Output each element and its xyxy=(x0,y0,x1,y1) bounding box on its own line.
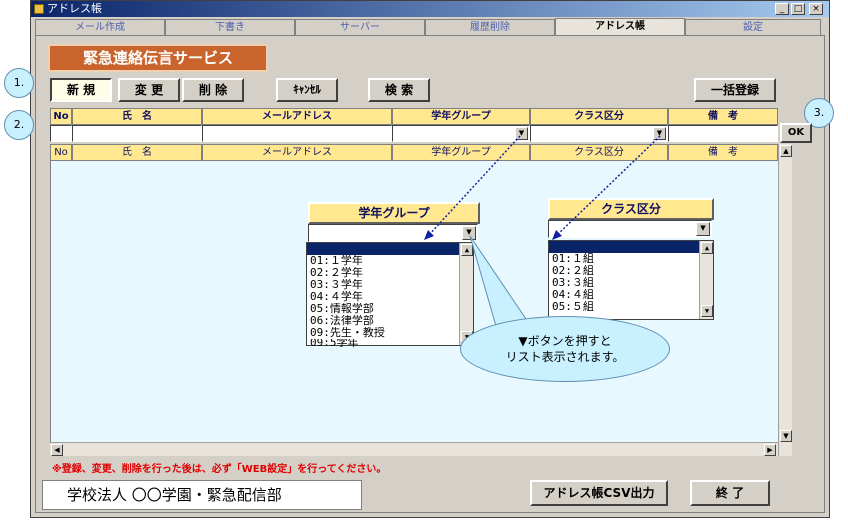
cancel-button[interactable]: ｷｬﾝｾﾙ xyxy=(276,78,338,102)
list-col-class: クラス区分 xyxy=(530,144,668,161)
delete-button[interactable]: 削 除 xyxy=(182,78,244,102)
grade-option[interactable]: 02:２学年 xyxy=(307,267,473,279)
scroll-up-icon[interactable]: ▲ xyxy=(701,242,713,254)
horizontal-scrollbar[interactable]: ◀ ▶ xyxy=(50,442,778,456)
list-col-grade: 学年グループ xyxy=(392,144,530,161)
list-col-no: No xyxy=(50,144,72,161)
col-name-header: 氏 名 xyxy=(72,108,202,125)
grade-option[interactable]: 04:４学年 xyxy=(307,291,473,303)
dropdown-arrow-icon[interactable]: ▼ xyxy=(696,222,710,236)
app-icon xyxy=(34,4,44,14)
class-option[interactable]: 01:１組 xyxy=(549,253,713,265)
class-option[interactable]: 02:２組 xyxy=(549,265,713,277)
grade-option[interactable]: 05:情報学部 xyxy=(307,303,473,315)
close-button[interactable]: × xyxy=(809,3,823,15)
grade-option[interactable]: 09:先生・教授 xyxy=(307,327,473,339)
csv-export-button[interactable]: アドレス帳CSV出力 xyxy=(530,480,668,506)
organization-name: 学校法人 〇〇学園・緊急配信部 xyxy=(42,480,362,510)
list-col-name: 氏 名 xyxy=(72,144,202,161)
hint-line-2: リスト表示されます。 xyxy=(505,350,625,364)
grade-option[interactable]: 01:１学年 xyxy=(307,255,473,267)
col-class-header: クラス区分 xyxy=(530,108,668,125)
service-banner: 緊急連絡伝言サービス xyxy=(48,44,268,72)
class-list-scrollbar[interactable]: ▲ ▼ xyxy=(699,241,713,319)
email-input[interactable] xyxy=(202,125,392,142)
grade-option-blank[interactable] xyxy=(307,243,473,255)
class-option[interactable]: 03:３組 xyxy=(549,277,713,289)
dropdown-arrow-icon[interactable]: ▼ xyxy=(515,127,528,140)
scroll-right-icon[interactable]: ▶ xyxy=(764,444,776,456)
dropdown-arrow-icon[interactable]: ▼ xyxy=(653,127,666,140)
col-note-header: 備 考 xyxy=(668,108,778,125)
tab-drafts[interactable]: 下書き xyxy=(165,19,295,35)
title-bar: アドレス帳 xyxy=(31,1,829,17)
class-option[interactable]: 04:４組 xyxy=(549,289,713,301)
warning-text: ※登録、変更、削除を行った後は、必ず「WEB設定」を行ってください。 xyxy=(52,464,387,475)
tab-server[interactable]: サーバー xyxy=(295,19,425,35)
note-input[interactable] xyxy=(668,125,778,142)
tab-mail-compose[interactable]: メール作成 xyxy=(35,19,165,35)
grade-option[interactable]: 03:３学年 xyxy=(307,279,473,291)
tab-settings[interactable]: 設定 xyxy=(685,19,821,35)
hint-callout: ▼ボタンを押すと リスト表示されます。 xyxy=(460,316,670,382)
grade-popup-select[interactable]: ▼ xyxy=(308,224,478,242)
window-title: アドレス帳 xyxy=(47,2,102,15)
class-option-blank[interactable] xyxy=(549,241,713,253)
ok-button[interactable]: OK xyxy=(780,123,812,143)
name-input[interactable] xyxy=(72,125,202,142)
grade-popup-header: 学年グループ xyxy=(308,202,480,224)
tab-history-delete[interactable]: 履歴削除 xyxy=(425,19,555,35)
new-button[interactable]: 新 規 xyxy=(50,78,112,102)
step-marker-1: 1. xyxy=(4,68,34,98)
grade-option[interactable]: 06:法律学部 xyxy=(307,315,473,327)
vertical-scrollbar[interactable]: ▲ ▼ xyxy=(778,144,792,456)
maximize-button[interactable]: □ xyxy=(791,3,805,15)
col-no-header: No xyxy=(50,108,72,125)
class-dropdown-list[interactable]: 01:１組 02:２組 03:３組 04:４組 05:５組 ▲ ▼ xyxy=(548,240,714,320)
hint-line-1: ▼ボタンを押すと xyxy=(518,334,612,348)
scroll-left-icon[interactable]: ◀ xyxy=(51,444,63,456)
col-grade-header: 学年グループ xyxy=(392,108,530,125)
scroll-up-icon[interactable]: ▲ xyxy=(780,145,792,157)
class-popup-header: クラス区分 xyxy=(548,198,714,220)
list-col-email: メールアドレス xyxy=(202,144,392,161)
step-marker-2: 2. xyxy=(4,110,34,140)
class-option[interactable]: 05:５組 xyxy=(549,301,713,313)
bulk-register-button[interactable]: 一括登録 xyxy=(694,78,776,102)
class-popup-select[interactable]: ▼ xyxy=(548,220,712,238)
callout-pointer xyxy=(469,235,529,327)
list-col-note: 備 考 xyxy=(668,144,778,161)
scroll-down-icon[interactable]: ▼ xyxy=(701,305,713,317)
grade-select[interactable]: ▼ xyxy=(392,125,530,142)
col-email-header: メールアドレス xyxy=(202,108,392,125)
search-button[interactable]: 検 索 xyxy=(368,78,430,102)
exit-button[interactable]: 終 了 xyxy=(690,480,770,506)
minimize-button[interactable]: _ xyxy=(775,3,789,15)
no-input[interactable] xyxy=(50,125,72,142)
grade-option[interactable]: 09:5学年 xyxy=(307,339,473,347)
scroll-down-icon[interactable]: ▼ xyxy=(780,430,792,442)
tab-address-book[interactable]: アドレス帳 xyxy=(555,18,685,36)
class-select[interactable]: ▼ xyxy=(530,125,668,142)
edit-button[interactable]: 変 更 xyxy=(118,78,180,102)
grade-dropdown-list[interactable]: 01:１学年 02:２学年 03:３学年 04:４学年 05:情報学部 06:法… xyxy=(306,242,474,347)
